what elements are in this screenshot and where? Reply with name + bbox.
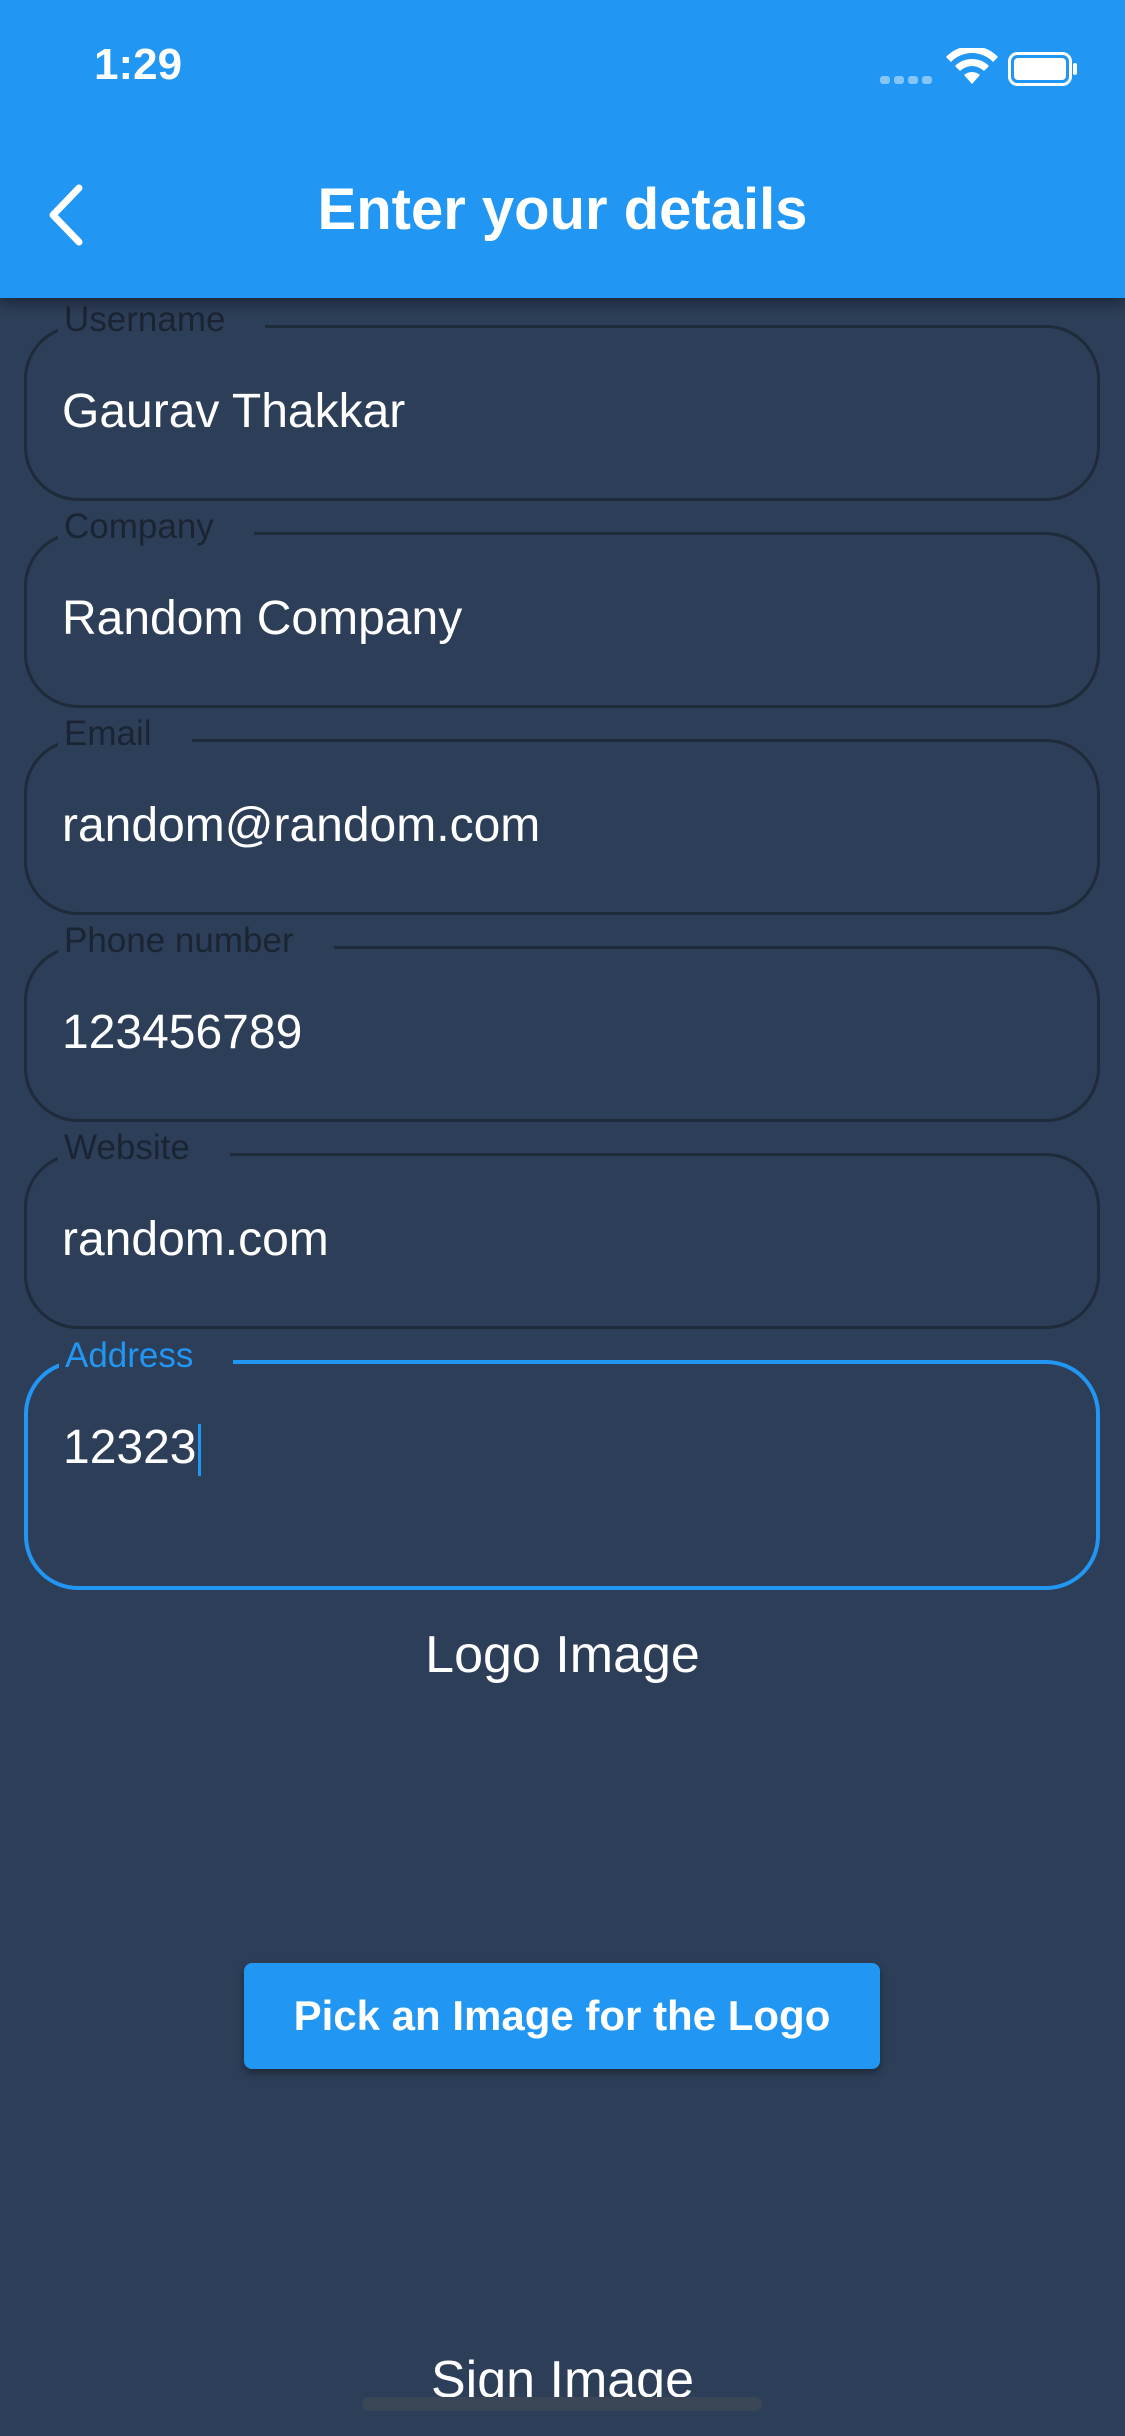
app-bar: 1:29 Enter your details [0, 0, 1125, 298]
logo-image-title: Logo Image [425, 1626, 700, 1684]
page-title: Enter your details [317, 177, 808, 242]
address-field[interactable]: Address 12323 [24, 1336, 1100, 1590]
username-value[interactable]: Gaurav Thakkar [62, 384, 405, 439]
address-value[interactable]: 12323 [63, 1420, 202, 1477]
wifi-icon [946, 48, 998, 84]
email-value[interactable]: random@random.com [62, 798, 540, 853]
address-label: Address [59, 1336, 234, 1376]
status-time: 1:29 [94, 40, 183, 89]
company-label: Company [58, 507, 254, 547]
email-field[interactable]: Email random@random.com [24, 714, 1100, 915]
phone-label: Phone number [58, 921, 334, 961]
website-value[interactable]: random.com [62, 1212, 329, 1267]
username-label: Username [58, 300, 266, 340]
battery-icon [1008, 52, 1077, 86]
phone-value[interactable]: 123456789 [62, 1005, 302, 1060]
pick-logo-button[interactable]: Pick an Image for the Logo [244, 1963, 880, 2069]
cellular-signal-icon [880, 76, 932, 84]
phone-field[interactable]: Phone number 123456789 [24, 921, 1100, 1122]
company-field[interactable]: Company Random Company [24, 507, 1100, 708]
email-label: Email [58, 714, 192, 754]
website-label: Website [58, 1128, 230, 1168]
company-value[interactable]: Random Company [62, 591, 462, 646]
website-field[interactable]: Website random.com [24, 1128, 1100, 1329]
address-text: 12323 [63, 1421, 197, 1474]
text-cursor [198, 1424, 202, 1477]
home-indicator [362, 2397, 762, 2411]
username-field[interactable]: Username Gaurav Thakkar [24, 300, 1100, 501]
